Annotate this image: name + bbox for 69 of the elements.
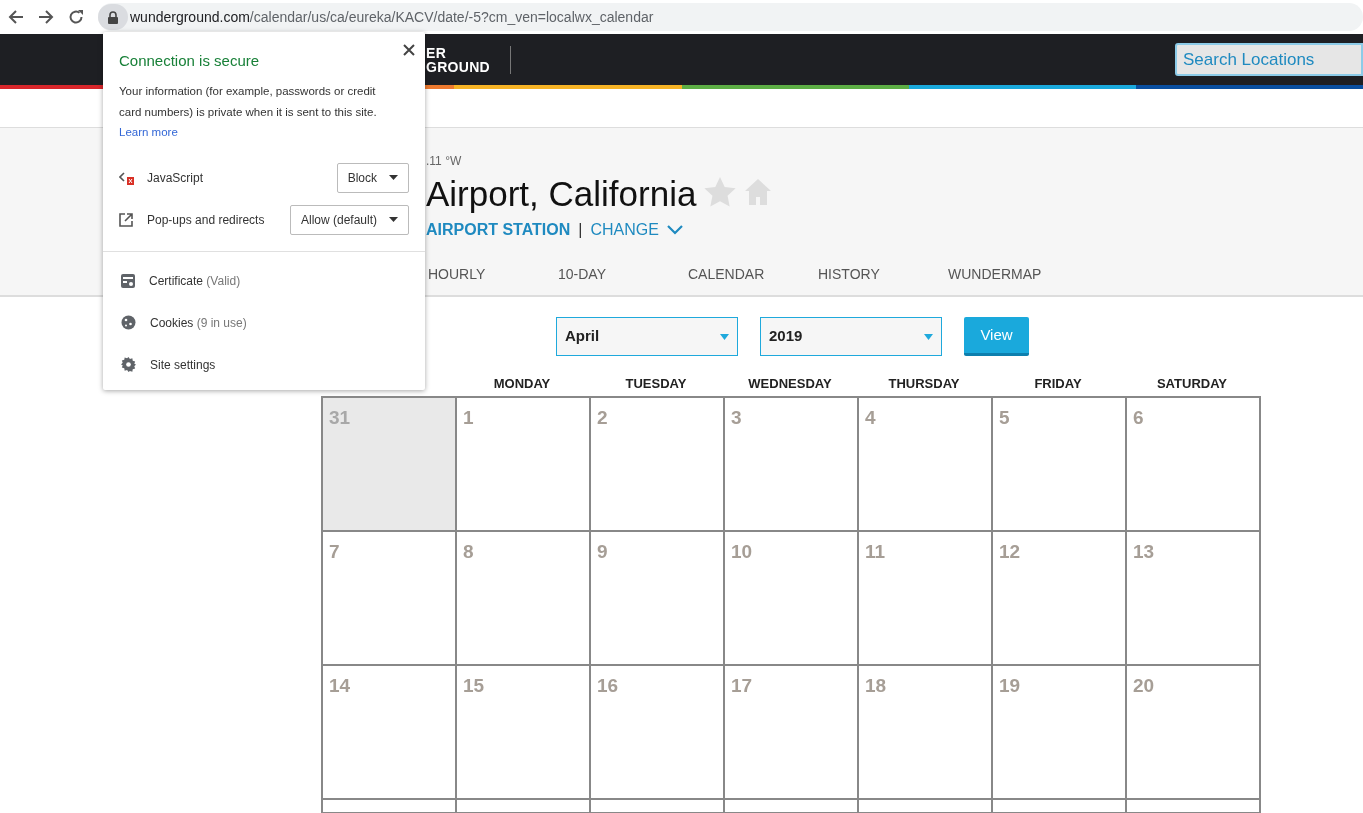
day-number: 10 (731, 541, 753, 562)
day-number: 3 (731, 407, 742, 428)
nav-tab[interactable]: 10-DAY (558, 264, 688, 285)
day-number: 18 (865, 675, 887, 696)
day-number: 5 (999, 407, 1010, 428)
day-number: 6 (1133, 407, 1144, 428)
location-title: Airport, California (426, 174, 697, 214)
back-icon[interactable] (8, 9, 24, 25)
day-number: 11 (865, 541, 886, 562)
day-number: 2 (597, 407, 608, 428)
permission-label: Pop-ups and redirects (147, 211, 265, 229)
permission-label: JavaScript (147, 169, 204, 187)
nav-tab[interactable]: HISTORY (818, 264, 948, 285)
year-select[interactable]: 2019 (760, 317, 942, 356)
coordinates-text: .11 °W (426, 153, 463, 170)
chevron-down-icon[interactable] (666, 225, 683, 235)
external-link-icon (119, 212, 133, 227)
day-number: 15 (463, 675, 485, 696)
caret-icon (389, 217, 398, 223)
url-text: wunderground.com/calendar/us/ca/eureka/KACV/date/-5?cm_ven=localwx_calendar (130, 7, 654, 27)
change-link[interactable]: CHANGE (590, 218, 659, 242)
popup-title: Connection is secure (119, 51, 261, 71)
caret-icon (389, 175, 398, 181)
nav-tab[interactable]: WUNDERMAP (948, 264, 1078, 285)
day-number: 17 (731, 675, 753, 696)
weekday-header: FRIDAY (1033, 375, 1083, 393)
day-number: 16 (597, 675, 619, 696)
day-number: 9 (597, 541, 608, 562)
blocked-code-icon (119, 170, 135, 185)
nav-tab[interactable]: HOURLY (428, 264, 558, 285)
day-number: 13 (1133, 541, 1155, 562)
day-number: 31 (329, 407, 351, 428)
popup-menu-item[interactable]: Cookies (9 in use) (150, 313, 247, 332)
permission-dropdown[interactable]: Allow (default) (289, 204, 409, 235)
popup-menu-item[interactable]: Certificate (Valid) (149, 271, 241, 290)
learn-more-link[interactable]: Learn more (103, 125, 194, 138)
popup-description: Your information (for example, passwords or credit card numbers) is private when it is sent to this site. (118, 83, 378, 120)
day-number: 1 (463, 407, 474, 428)
search-field[interactable]: Search Locations (1175, 43, 1363, 76)
weekday-header: MONDAY (492, 375, 552, 393)
day-number: 19 (999, 675, 1021, 696)
weekday-header: TUESDAY (624, 375, 688, 393)
day-number: 20 (1133, 675, 1155, 696)
weekday-header: THURSDAY (887, 375, 961, 393)
caret-icon (720, 333, 729, 340)
settings-icon (121, 357, 136, 373)
day-number: 7 (329, 541, 340, 562)
reload-icon[interactable] (68, 9, 84, 25)
certificate-icon (121, 273, 135, 288)
day-number: 14 (329, 675, 351, 696)
site-info-button[interactable] (98, 4, 128, 30)
permission-dropdown[interactable]: Block (336, 162, 409, 193)
weekday-header: WEDNESDAY (747, 375, 833, 393)
day-number: 8 (463, 541, 474, 562)
forward-icon[interactable] (38, 9, 54, 25)
site-logo[interactable]: ER GROUND (426, 45, 512, 74)
station-link[interactable]: AIRPORT STATION (426, 218, 571, 242)
address-bar[interactable]: wunderground.com/calendar/us/ca/eureka/KACV/date/-5?cm_ven=localwx_calendar (98, 3, 1363, 31)
nav-tab[interactable]: CALENDAR (688, 264, 818, 285)
popup-menu-item[interactable]: Site settings (150, 355, 216, 374)
cookie-icon (121, 315, 136, 331)
day-number: 4 (865, 407, 876, 428)
month-select[interactable]: April (556, 317, 738, 356)
lock-icon (108, 10, 118, 24)
day-number: 12 (999, 541, 1021, 562)
caret-icon (924, 333, 933, 340)
separator-text: | (578, 220, 583, 240)
weekday-header: SATURDAY (1155, 375, 1229, 393)
star-icon[interactable] (704, 177, 737, 207)
